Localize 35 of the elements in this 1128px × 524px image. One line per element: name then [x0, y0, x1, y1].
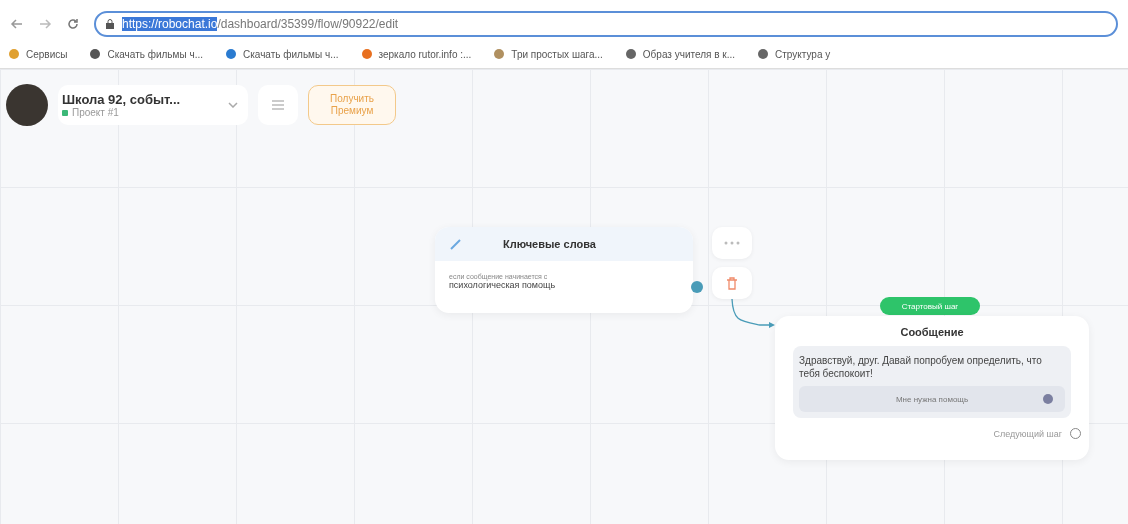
bookmark-icon: [624, 48, 637, 60]
bookmark-link[interactable]: Сервисы: [8, 48, 68, 60]
menu-button[interactable]: [258, 85, 298, 125]
bookmark-link[interactable]: Скачать фильмы ч...: [89, 48, 203, 60]
bookmark-link[interactable]: Скачать фильмы ч...: [224, 48, 339, 60]
back-icon[interactable]: [10, 17, 24, 31]
start-step-badge: Стартовый шаг: [880, 297, 980, 315]
bookmark-icon: [8, 48, 20, 60]
next-step-port[interactable]: [1070, 428, 1081, 439]
lock-icon: [106, 19, 114, 29]
connector-line: [730, 299, 775, 329]
menu-icon: [272, 100, 284, 110]
bookmark-link[interactable]: Образ учителя в к...: [624, 48, 735, 60]
message-node[interactable]: Сообщение Здравствуй, друг. Давай попробуем определить, что тебя беспокоит! Мне нужна помощь Следующий шаг: [775, 316, 1089, 460]
pencil-icon: [449, 237, 463, 251]
bookmark-icon: [757, 48, 769, 60]
bookmark-icon: [360, 48, 373, 60]
bookmark-link[interactable]: Три простых шага...: [493, 48, 603, 60]
forward-icon[interactable]: [38, 17, 52, 31]
bookmark-link[interactable]: Структура у: [757, 48, 831, 60]
reply-button[interactable]: Мне нужна помощь: [799, 386, 1065, 412]
delete-button[interactable]: [712, 267, 752, 299]
chevron-down-icon: [228, 102, 238, 108]
bookmark-icon: [224, 48, 237, 60]
message-bubble: Здравствуй, друг. Давай попробуем определить, что тебя беспокоит! Мне нужна помощь: [793, 346, 1071, 418]
dots-icon: [724, 241, 740, 245]
output-port[interactable]: [691, 281, 703, 293]
bookmark-icon: [89, 48, 102, 60]
bookmark-link[interactable]: зеркало rutor.info :...: [360, 48, 472, 60]
trash-icon: [726, 276, 738, 290]
project-selector[interactable]: Школа 92, событ... Проект #1: [58, 85, 248, 125]
avatar: [6, 84, 48, 126]
reload-icon[interactable]: [66, 17, 80, 31]
bookmark-icon: [493, 48, 506, 60]
next-step-label: Следующий шаг: [993, 428, 1062, 439]
